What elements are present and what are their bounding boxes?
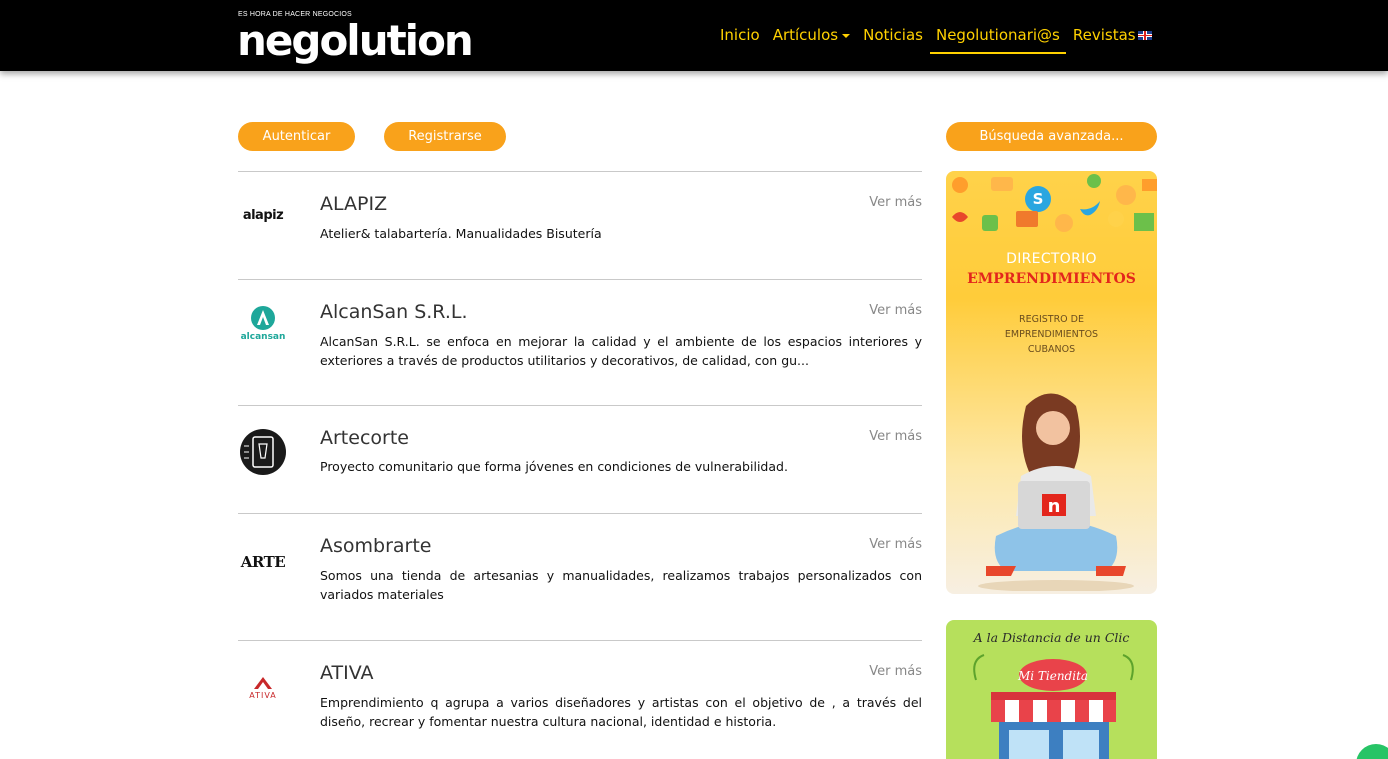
nav-inicio[interactable]: Inicio [720,22,760,52]
shop-banner-title: A la Distancia de un Clic [973,630,1130,645]
see-more-link[interactable]: Ver más [869,195,922,210]
ativa-symbol-icon [254,676,272,689]
entry-description: AlcanSan S.R.L. se enfoca en mejorar la … [320,334,922,368]
entry-description: Atelier& talabartería. Manualidades Bisu… [320,226,602,241]
entry-title[interactable]: ATIVA [320,662,374,684]
top-navbar: ES HORA DE HACER NEGOCIOS negolution Ini… [0,0,1388,71]
banner-subtitle: REGISTRO DE EMPRENDIMIENTOS CUBANOS [946,312,1157,357]
chat-widget-button[interactable] [1356,744,1388,759]
social-icons-pattern: S [946,174,1157,246]
banner-subtitle-line: CUBANOS [1027,344,1076,355]
entry-logo[interactable]: alapiz [238,190,288,240]
nav-revistas[interactable]: Revistas [1073,22,1136,52]
logo-wordmark: negolution [237,16,474,65]
banner-subtitle-line: REGISTRO DE [1018,314,1084,325]
uk-flag-icon[interactable] [1138,31,1152,40]
nav-negolutionarios[interactable]: Negolutionari@s [929,22,1066,54]
woman-with-laptop-illustration: n [978,393,1134,591]
laptop-logo: n [1048,496,1061,517]
see-more-link[interactable]: Ver más [869,664,922,679]
svg-text:S: S [1033,190,1044,208]
main-nav: Inicio Artículos Noticias Negolutionari@… [720,22,1149,54]
advanced-search-button[interactable]: Búsqueda avanzada... [946,122,1157,151]
list-item: ARTE Asombrarte Ver más Somos una tienda… [238,513,922,640]
see-more-link[interactable]: Ver más [869,303,922,318]
site-logo[interactable]: ES HORA DE HACER NEGOCIOS negolution [237,10,474,65]
entry-description: Proyecto comunitario que forma jóvenes e… [320,459,788,474]
list-item: alcansan AlcanSan S.R.L. Ver más AlcanSa… [238,279,922,405]
entry-logo[interactable]: ARTE [238,537,288,587]
list-item: ATIVA ATIVA Ver más Emprendimiento q agr… [238,640,922,759]
banner-title-line1: DIRECTORIO [1006,251,1097,267]
entry-description: Emprendimiento q agrupa a varios diseñad… [320,695,922,729]
entrepreneur-list: alapiz ALAPIZ Ver más Atelier& talabarte… [238,171,922,759]
nav-articulos[interactable]: Artículos [772,22,851,52]
entry-title[interactable]: Artecorte [320,427,409,449]
storefront-illustration: Mi Tiendita [973,654,1134,759]
entry-title[interactable]: Asombrarte [320,535,432,557]
directory-banner[interactable]: S DIRECTORIO EMPRENDIMIENTOS REGISTRO DE… [946,171,1157,594]
ativa-logo-text: ATIVA [249,690,277,700]
nav-noticias[interactable]: Noticias [863,22,923,52]
entry-logo[interactable] [238,427,288,477]
artecorte-logo-icon [240,429,286,475]
entry-title[interactable]: AlcanSan S.R.L. [320,301,467,323]
alcansan-symbol-icon [251,305,275,330]
shop-sign-text: Mi Tiendita [1017,669,1088,683]
shop-banner[interactable]: A la Distancia de un Clic Mi Tiendita [946,620,1157,759]
see-more-link[interactable]: Ver más [869,429,922,444]
see-more-link[interactable]: Ver más [869,537,922,552]
entry-logo[interactable]: alcansan [238,298,288,348]
banner-title-line2: EMPRENDIMIENTOS [967,271,1136,287]
login-button[interactable]: Autenticar [238,122,355,151]
entry-title[interactable]: ALAPIZ [320,193,387,215]
alcansan-logo-text: alcansan [240,331,286,342]
entry-logo[interactable]: ATIVA [238,663,288,713]
entry-description: Somos una tienda de artesanias y manuali… [320,568,922,602]
register-button[interactable]: Registrarse [384,122,506,151]
list-item: alapiz ALAPIZ Ver más Atelier& talabarte… [238,171,922,279]
banner-subtitle-line: EMPRENDIMIENTOS [1004,329,1099,340]
list-item: Artecorte Ver más Proyecto comunitario q… [238,405,922,513]
caret-down-icon [842,33,851,38]
alapiz-logo: alapiz [242,207,284,223]
asombrarte-logo: ARTE [240,553,286,571]
nav-articulos-label: Artículos [772,26,839,44]
